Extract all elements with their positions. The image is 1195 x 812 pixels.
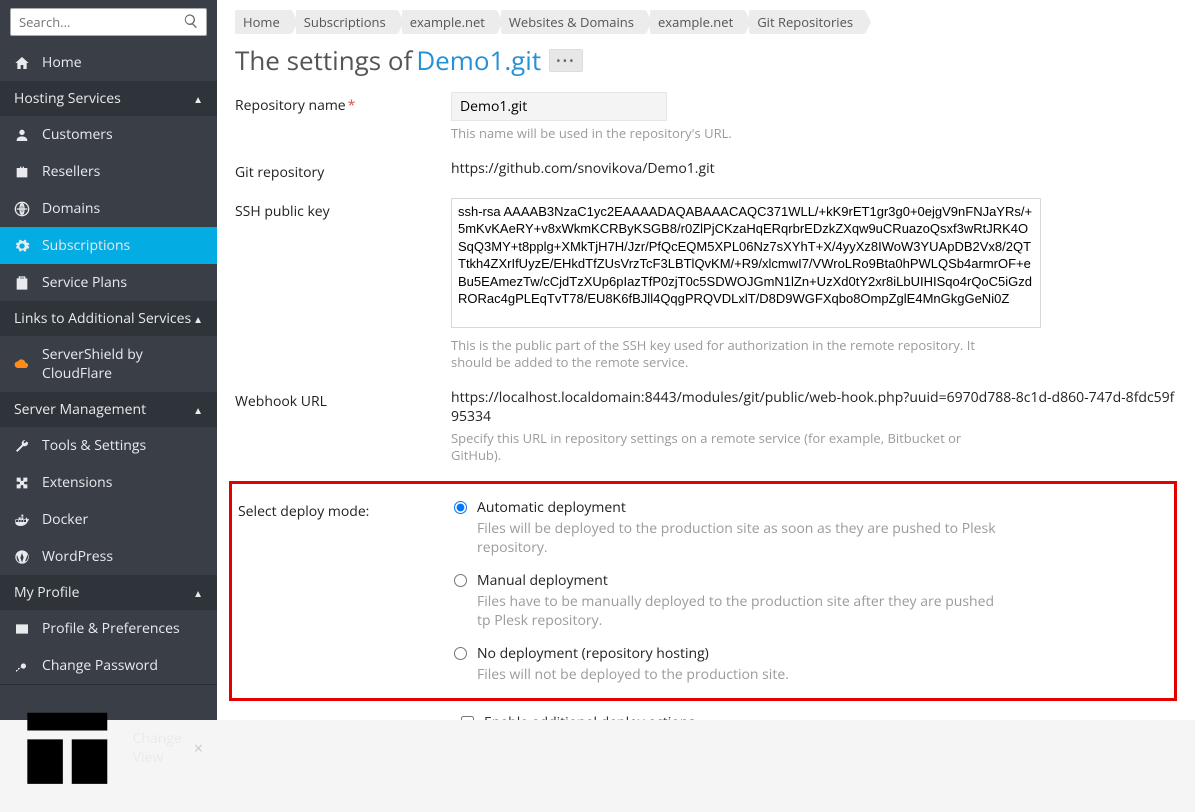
radio-auto[interactable] — [454, 501, 467, 514]
close-icon[interactable]: × — [194, 737, 203, 759]
deploy-option-auto[interactable]: Automatic deployment Files will be deplo… — [454, 498, 1154, 557]
sidebar-item-label: Docker — [42, 510, 88, 529]
deploy-option-none[interactable]: No deployment (repository hosting) Files… — [454, 644, 1154, 684]
sidebar-item-label: Customers — [42, 125, 113, 144]
sidebar-section-hosting[interactable]: Hosting Services ▲ — [0, 81, 217, 116]
label-repo-name: Repository name* — [235, 92, 451, 115]
clipboard-icon — [14, 275, 30, 291]
docker-icon — [14, 512, 30, 528]
sidebar-item-label: WordPress — [42, 547, 113, 566]
person-icon — [14, 127, 30, 143]
page-title: The settings of Demo1.git ••• — [235, 42, 1177, 78]
chevron-up-icon: ▲ — [193, 312, 203, 326]
sidebar-section-server[interactable]: Server Management ▲ — [0, 392, 217, 427]
chevron-up-icon: ▲ — [193, 586, 203, 600]
sidebar-item-customers[interactable]: Customers — [0, 116, 217, 153]
sidebar-item-label: Tools & Settings — [42, 436, 146, 455]
hint-repo-name: This name will be used in the repository… — [451, 125, 1011, 143]
sidebar: Home Hosting Services ▲ Customers Resell… — [0, 0, 217, 720]
label-deploy-mode: Select deploy mode: — [238, 498, 454, 521]
enable-deploy-actions-checkbox[interactable] — [461, 716, 474, 720]
globe-icon — [14, 201, 30, 217]
chevron-up-icon: ▲ — [193, 92, 203, 106]
title-menu-icon[interactable]: ••• — [549, 49, 583, 72]
change-view-bar[interactable]: Change View × — [0, 684, 217, 812]
wrench-icon — [14, 438, 30, 454]
breadcrumb-item[interactable]: Git Repositories — [749, 10, 865, 34]
breadcrumb: Home Subscriptions example.net Websites … — [235, 10, 1177, 34]
sidebar-item-label: Resellers — [42, 162, 100, 181]
chevron-up-icon: ▲ — [193, 403, 203, 417]
id-card-icon — [14, 621, 30, 637]
sidebar-item-home[interactable]: Home — [0, 44, 217, 81]
hint-webhook: Specify this URL in repository settings … — [451, 430, 1011, 465]
key-icon — [14, 658, 30, 674]
sidebar-item-label: Change Password — [42, 656, 158, 675]
title-link[interactable]: Demo1.git — [416, 42, 541, 78]
deploy-option-manual[interactable]: Manual deployment Files have to be manua… — [454, 571, 1154, 630]
main-content: Home Subscriptions example.net Websites … — [217, 0, 1195, 720]
breadcrumb-item[interactable]: example.net — [650, 10, 745, 34]
webhook-value: https://localhost.localdomain:8443/modul… — [451, 388, 1177, 426]
ssh-key-textarea[interactable]: ssh-rsa AAAAB3NzaC1yc2EAAAADAQABAAACAQC3… — [451, 198, 1041, 328]
deploy-mode-section: Select deploy mode: Automatic deployment… — [229, 481, 1177, 701]
sidebar-item-label: Service Plans — [42, 273, 127, 292]
sidebar-item-docker[interactable]: Docker — [0, 501, 217, 538]
sidebar-item-label: Home — [42, 53, 82, 72]
wordpress-icon — [14, 549, 30, 565]
sidebar-item-label: Subscriptions — [42, 236, 130, 255]
sidebar-item-domains[interactable]: Domains — [0, 190, 217, 227]
label-git-repo: Git repository — [235, 159, 451, 182]
label-ssh-key: SSH public key — [235, 198, 451, 221]
puzzle-icon — [14, 475, 30, 491]
breadcrumb-item[interactable]: Home — [235, 10, 292, 34]
sidebar-item-resellers[interactable]: Resellers — [0, 153, 217, 190]
sidebar-item-label: ServerShield by CloudFlare — [42, 345, 203, 383]
search-row — [0, 0, 217, 44]
sidebar-section-links[interactable]: Links to Additional Services ▲ — [0, 301, 217, 336]
breadcrumb-item[interactable]: example.net — [402, 10, 497, 34]
sidebar-item-change-password[interactable]: Change Password — [0, 647, 217, 684]
radio-manual[interactable] — [454, 574, 467, 587]
enable-deploy-actions-row: Enable additional deploy actions Specify… — [235, 713, 1177, 720]
briefcase-icon — [14, 164, 30, 180]
radio-none[interactable] — [454, 647, 467, 660]
sidebar-item-label: Extensions — [42, 473, 112, 492]
search-input[interactable] — [10, 8, 207, 36]
enable-deploy-actions-label: Enable additional deploy actions — [484, 713, 940, 720]
sidebar-item-tools[interactable]: Tools & Settings — [0, 427, 217, 464]
repo-name-input[interactable] — [451, 92, 667, 121]
layout-icon — [14, 695, 121, 802]
sidebar-item-wordpress[interactable]: WordPress — [0, 538, 217, 575]
sidebar-item-label: Profile & Preferences — [42, 619, 180, 638]
hint-ssh-key: This is the public part of the SSH key u… — [451, 337, 1011, 372]
breadcrumb-item[interactable]: Subscriptions — [296, 10, 398, 34]
git-repo-value: https://github.com/snovikova/Demo1.git — [451, 159, 1177, 178]
cloud-icon — [14, 356, 30, 372]
change-view-label: Change View — [133, 729, 182, 767]
sidebar-item-label: Domains — [42, 199, 100, 218]
sidebar-item-subscriptions[interactable]: Subscriptions — [0, 227, 217, 264]
label-webhook: Webhook URL — [235, 388, 451, 411]
breadcrumb-item[interactable]: Websites & Domains — [501, 10, 646, 34]
sidebar-item-profile-prefs[interactable]: Profile & Preferences — [0, 610, 217, 647]
sidebar-item-extensions[interactable]: Extensions — [0, 464, 217, 501]
sidebar-section-profile[interactable]: My Profile ▲ — [0, 575, 217, 610]
gear-icon — [14, 238, 30, 254]
home-icon — [14, 55, 30, 71]
sidebar-item-service-plans[interactable]: Service Plans — [0, 264, 217, 301]
sidebar-item-servershield[interactable]: ServerShield by CloudFlare — [0, 336, 217, 392]
